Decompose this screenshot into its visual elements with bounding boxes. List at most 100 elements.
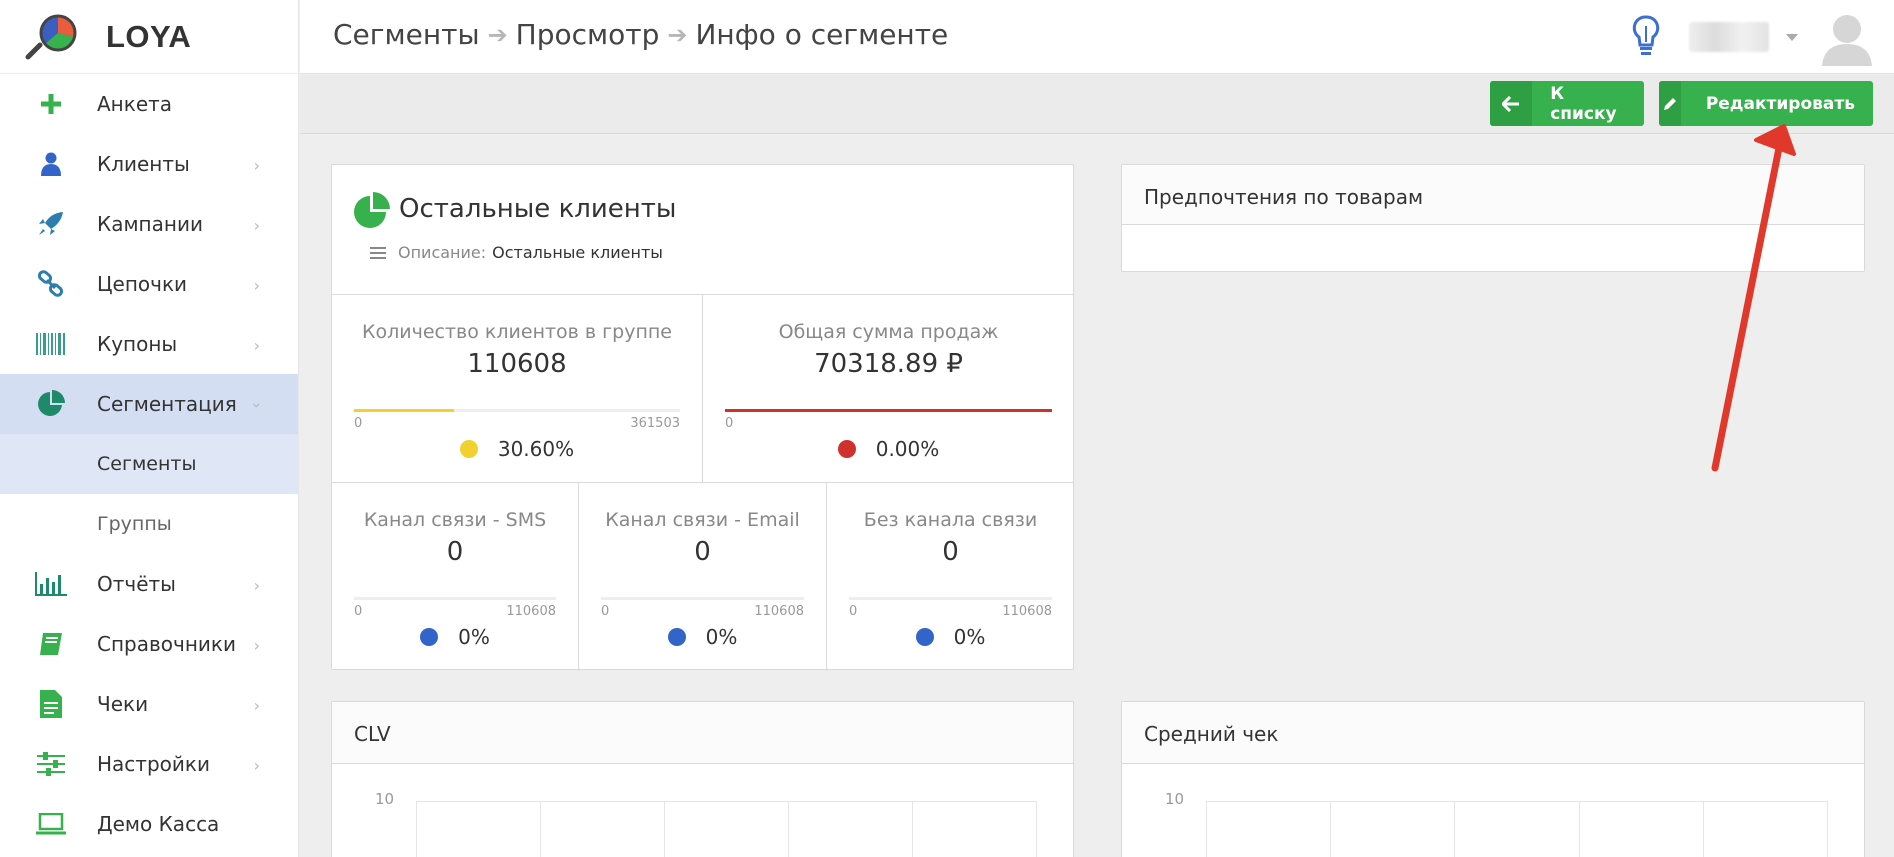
menu-lines-icon (370, 246, 386, 259)
status-dot (915, 628, 934, 646)
percent-value: 0% (458, 625, 490, 649)
stat-no-channel: Без канала связи 0 0 110608 0% (827, 483, 1074, 671)
chevron-right-icon: › (253, 216, 260, 235)
stat-channel-email: Канал связи - Email 0 0 110608 0% (579, 483, 827, 671)
stat-percent: 30.60% (332, 437, 702, 461)
segment-description: Описание: Остальные клиенты (370, 243, 663, 262)
product-preferences-panel: Предпочтения по товарам (1121, 164, 1865, 272)
progress-bar (725, 409, 1052, 412)
sidebar-item-settings[interactable]: Настройки › (0, 734, 298, 794)
description-label: Описание: (398, 243, 487, 262)
chevron-right-icon: › (253, 636, 260, 655)
stat-value: 0 (694, 537, 711, 567)
stat-percent: 0% (579, 625, 826, 649)
breadcrumb-segments[interactable]: Сегменты (333, 18, 480, 51)
sidebar-item-demo-pos[interactable]: Демо Касса (0, 794, 298, 854)
stat-label: Канал связи - SMS (363, 509, 547, 531)
breadcrumb: Сегменты ➔ Просмотр ➔ Инфо о сегменте (333, 18, 948, 51)
top-header: Сегменты ➔ Просмотр ➔ Инфо о сегменте (300, 0, 1894, 74)
chart-grid (1206, 801, 1829, 857)
progress-max: 361503 (630, 416, 680, 431)
sidebar-item-label: Группы (97, 513, 172, 535)
breadcrumb-view[interactable]: Просмотр (516, 18, 660, 51)
stat-total-sales: Общая сумма продаж 70318.89 ₽ 0 0.00% (703, 295, 1074, 483)
user-menu[interactable] (1689, 22, 1769, 52)
status-dot (420, 628, 439, 646)
description-value: Остальные клиенты (492, 243, 663, 262)
back-to-list-button[interactable]: К списку (1490, 81, 1644, 126)
logo[interactable]: LOYA (0, 0, 298, 74)
sidebar-item-label: Настройки (97, 752, 210, 776)
panel-title: Средний чек (1122, 702, 1864, 764)
average-check-chart-panel: Средний чек 10 (1121, 701, 1865, 857)
stat-label: Общая сумма продаж (778, 321, 999, 343)
sidebar-item-label: Демо Касса (97, 812, 220, 836)
action-toolbar: К списку Редактировать (300, 75, 1894, 134)
sidebar-item-label: Купоны (97, 332, 178, 356)
sidebar-item-campaigns[interactable]: Кампании › (0, 194, 298, 254)
sidebar-nav: Анкета Клиенты › Кампании › Цепочки › Ку… (0, 74, 298, 854)
sidebar-subitem-groups[interactable]: Группы (0, 494, 298, 554)
pie-chart-icon (354, 192, 390, 228)
percent-value: 0.00% (875, 437, 940, 461)
link-icon (34, 270, 68, 298)
stat-channel-sms: Канал связи - SMS 0 0 110608 0% (332, 483, 579, 671)
sidebar-item-anketa[interactable]: Анкета (0, 74, 298, 134)
sidebar-item-label: Клиенты (97, 152, 190, 176)
percent-value: 0% (953, 625, 986, 649)
y-tick-label: 10 (1165, 790, 1185, 808)
stat-value: 70318.89 ₽ (814, 349, 963, 379)
arrow-right-icon: ➔ (667, 20, 688, 49)
sidebar-item-chains[interactable]: Цепочки › (0, 254, 298, 314)
percent-value: 30.60% (497, 437, 575, 461)
sidebar-item-dictionaries[interactable]: Справочники › (0, 614, 298, 674)
avatar[interactable] (1820, 10, 1874, 66)
sidebar-item-clients[interactable]: Клиенты › (0, 134, 298, 194)
progress-fill (725, 409, 1052, 412)
progress-bar (849, 597, 1052, 600)
panel-title: Предпочтения по товарам (1122, 165, 1864, 225)
chart-grid (416, 801, 1037, 857)
pie-chart-icon (34, 390, 68, 418)
caret-down-icon[interactable] (1786, 34, 1798, 41)
sidebar-item-receipts[interactable]: Чеки › (0, 674, 298, 734)
y-tick-label: 10 (375, 790, 395, 808)
stat-label: Без канала связи (863, 509, 1038, 531)
bar-chart-icon (34, 570, 68, 598)
chevron-down-icon: › (247, 402, 267, 409)
book-icon (34, 630, 68, 658)
pencil-icon (1659, 81, 1681, 126)
rocket-icon (34, 210, 68, 238)
stat-percent: 0% (332, 625, 578, 649)
panel-title: CLV (332, 702, 1073, 764)
breadcrumb-segment-info: Инфо о сегменте (695, 18, 949, 51)
sidebar-item-coupons[interactable]: Купоны › (0, 314, 298, 374)
sidebar-subitem-segments[interactable]: Сегменты (0, 434, 298, 494)
user-icon (34, 150, 68, 178)
progress-min: 0 (849, 604, 858, 619)
clv-chart-panel: CLV 10 (331, 701, 1074, 857)
progress-max: 110608 (1002, 604, 1052, 619)
stat-value: 0 (942, 537, 959, 567)
segment-info-panel: Остальные клиенты Описание: Остальные кл… (331, 164, 1074, 671)
sidebar-item-label: Чеки (97, 692, 149, 716)
barcode-icon (34, 330, 68, 358)
chevron-right-icon: › (253, 336, 260, 355)
status-dot (667, 628, 686, 646)
lightbulb-icon[interactable] (1631, 14, 1661, 58)
sidebar-item-label: Кампании (97, 212, 203, 236)
stat-value: 0 (446, 537, 464, 567)
sidebar: LOYA Анкета Клиенты › Кампании › Цепочки… (0, 0, 299, 857)
stat-value: 110608 (467, 349, 567, 379)
sidebar-item-segmentation[interactable]: Сегментация › (0, 374, 298, 434)
chevron-right-icon: › (253, 756, 260, 775)
progress-min: 0 (601, 604, 610, 619)
sidebar-item-reports[interactable]: Отчёты › (0, 554, 298, 614)
progress-bar (354, 597, 556, 600)
stat-percent: 0.00% (703, 437, 1074, 461)
app-name: LOYA (106, 18, 192, 54)
progress-min: 0 (354, 604, 363, 619)
sidebar-item-label: Отчёты (97, 572, 176, 596)
edit-button[interactable]: Редактировать (1659, 81, 1873, 126)
progress-min: 0 (725, 416, 734, 431)
